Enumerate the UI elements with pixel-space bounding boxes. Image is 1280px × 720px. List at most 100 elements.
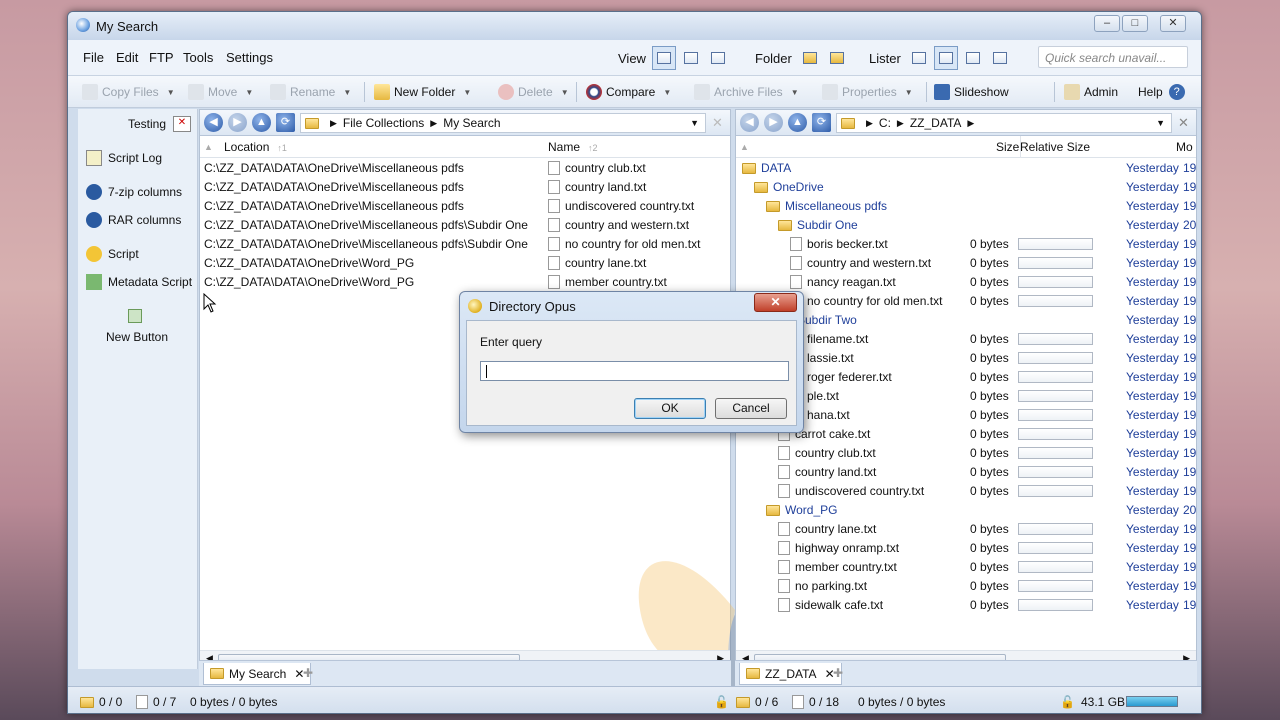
breadcrumb-item[interactable]: My Search [443,116,500,130]
close-button[interactable]: ✕ [1160,15,1186,32]
up-button[interactable]: ▲ [788,113,807,132]
copy-files-button[interactable]: Copy Files ▼ [82,84,175,100]
sidebar-item-7zip-columns[interactable]: 7-zip columns [86,184,182,200]
left-breadcrumb[interactable]: ▶ File Collections ▶ My Search ▼ [300,113,706,133]
file-row[interactable]: no country for old men.txt [548,235,700,254]
tab-my-search[interactable]: My Search ✕ [203,663,312,685]
back-button[interactable]: ◀ [740,113,759,132]
file-row[interactable]: member country.txt [778,558,897,577]
menu-ftp[interactable]: FTP [149,50,174,65]
menu-edit[interactable]: Edit [116,50,138,65]
maximize-button[interactable]: □ [1122,15,1148,32]
query-input[interactable] [480,361,789,381]
column-location[interactable]: Location ↑1 [224,140,287,154]
file-row[interactable]: nancy reagan.txt [790,273,896,292]
lister-dual-vertical-button[interactable] [933,46,958,70]
file-row[interactable]: boris becker.txt [790,235,888,254]
properties-button[interactable]: Properties ▼ [822,84,913,100]
lock-icon[interactable]: 🔓 [714,695,729,709]
folder-row[interactable]: OneDrive [754,178,824,197]
file-row[interactable]: country and western.txt [548,216,689,235]
slideshow-button[interactable]: Slideshow [934,84,1009,100]
file-row[interactable]: member country.txt [548,273,667,292]
folder-row[interactable]: Miscellaneous pdfs [766,197,887,216]
forward-button[interactable]: ▶ [764,113,783,132]
ok-button[interactable]: OK [634,398,706,419]
tab-zz-data[interactable]: ZZ_DATA ✕ [739,663,842,685]
menu-file[interactable]: File [83,50,104,65]
column-name[interactable]: Name ↑2 [548,140,598,154]
file-row[interactable]: no parking.txt [778,577,867,596]
view-details-button[interactable] [651,46,676,70]
file-row[interactable]: roger federer.txt [790,368,892,387]
file-row[interactable]: country and western.txt [790,254,931,273]
file-row[interactable]: undiscovered country.txt [778,482,924,501]
location-cell[interactable]: C:\ZZ_DATA\DATA\OneDrive\Word_PG [204,254,414,273]
file-row[interactable]: country club.txt [778,444,876,463]
delete-button[interactable]: Delete ▼ [498,84,569,100]
file-row[interactable]: highway onramp.txt [778,539,899,558]
dialog-close-button[interactable]: ✕ [754,293,797,312]
view-power-button[interactable] [679,46,703,70]
file-row[interactable]: country land.txt [778,463,876,482]
folder-dual-button[interactable] [825,46,849,70]
location-cell[interactable]: C:\ZZ_DATA\DATA\OneDrive\Word_PG [204,273,414,292]
move-button[interactable]: Move ▼ [188,84,253,100]
chevron-down-icon[interactable]: ▼ [690,118,699,128]
sidebar-item-script-log[interactable]: Script Log [86,150,162,166]
forward-button[interactable]: ▶ [228,113,247,132]
folder-row[interactable]: Word_PG [766,501,837,520]
file-row[interactable]: no country for old men.txt [790,292,942,311]
breadcrumb-item[interactable]: C: [879,116,891,130]
up-button[interactable]: ▲ [252,113,271,132]
lister-dual-horizontal-button[interactable] [961,46,985,70]
view-thumbnails-button[interactable] [706,46,730,70]
close-icon[interactable]: ✕ [1178,115,1189,131]
file-row[interactable]: country land.txt [548,178,646,197]
file-row[interactable]: country lane.txt [778,520,876,539]
close-icon[interactable]: ✕ [712,115,723,131]
admin-button[interactable]: Admin [1064,84,1118,100]
new-folder-button[interactable]: New Folder ▼ [374,84,471,100]
lock-icon[interactable]: 🔓 [1060,695,1075,709]
rename-button[interactable]: Rename ▼ [270,84,351,100]
breadcrumb-item[interactable]: File Collections [343,116,424,130]
sidebar-item-rar-columns[interactable]: RAR columns [86,212,181,228]
menu-tools[interactable]: Tools [183,50,213,65]
column-modified[interactable]: Mo [1176,140,1193,154]
breadcrumb-item[interactable]: ZZ_DATA [910,116,962,130]
location-cell[interactable]: C:\ZZ_DATA\DATA\OneDrive\Miscellaneous p… [204,235,528,254]
location-cell[interactable]: C:\ZZ_DATA\DATA\OneDrive\Miscellaneous p… [204,178,464,197]
right-breadcrumb[interactable]: ▶ C: ▶ ZZ_DATA ▶ ▼ [836,113,1172,133]
folder-tree-button[interactable] [798,46,822,70]
menu-settings[interactable]: Settings [226,50,273,65]
folder-row[interactable]: Subdir One [778,216,858,235]
compare-button[interactable]: Compare ▼ [586,84,671,100]
help-button[interactable]: Help? [1138,84,1189,100]
column-relative-size[interactable]: Relative Size [1020,140,1090,154]
sidebar-item-script[interactable]: Script [86,246,139,262]
archive-files-button[interactable]: Archive Files ▼ [694,84,799,100]
new-button[interactable]: New Button [106,330,168,344]
location-cell[interactable]: C:\ZZ_DATA\DATA\OneDrive\Miscellaneous p… [204,216,528,235]
file-row[interactable]: sidewalk cafe.txt [778,596,883,615]
new-tab-icon[interactable]: ✚ [833,666,843,680]
new-tab-icon[interactable]: ✚ [303,666,313,680]
minimize-button[interactable]: – [1094,15,1120,32]
file-row[interactable]: country lane.txt [548,254,646,273]
quick-search-input[interactable]: Quick search unavail... [1038,46,1188,68]
cancel-button[interactable]: Cancel [715,398,787,419]
lister-viewer-button[interactable] [988,46,1012,70]
close-icon[interactable]: ✕ [173,116,191,132]
sidebar-item-metadata-script[interactable]: Metadata Script [86,274,192,290]
folder-row[interactable]: DATA [742,159,791,178]
location-cell[interactable]: C:\ZZ_DATA\DATA\OneDrive\Miscellaneous p… [204,159,464,178]
title-bar[interactable]: My Search – □ ✕ [68,12,1201,40]
column-size[interactable]: Size [996,140,1019,154]
refresh-icon[interactable]: ⟳ [812,113,831,132]
chevron-down-icon[interactable]: ▼ [1156,118,1165,128]
file-row[interactable]: country club.txt [548,159,646,178]
refresh-icon[interactable]: ⟳ [276,113,295,132]
lister-single-button[interactable] [907,46,931,70]
location-cell[interactable]: C:\ZZ_DATA\DATA\OneDrive\Miscellaneous p… [204,197,464,216]
